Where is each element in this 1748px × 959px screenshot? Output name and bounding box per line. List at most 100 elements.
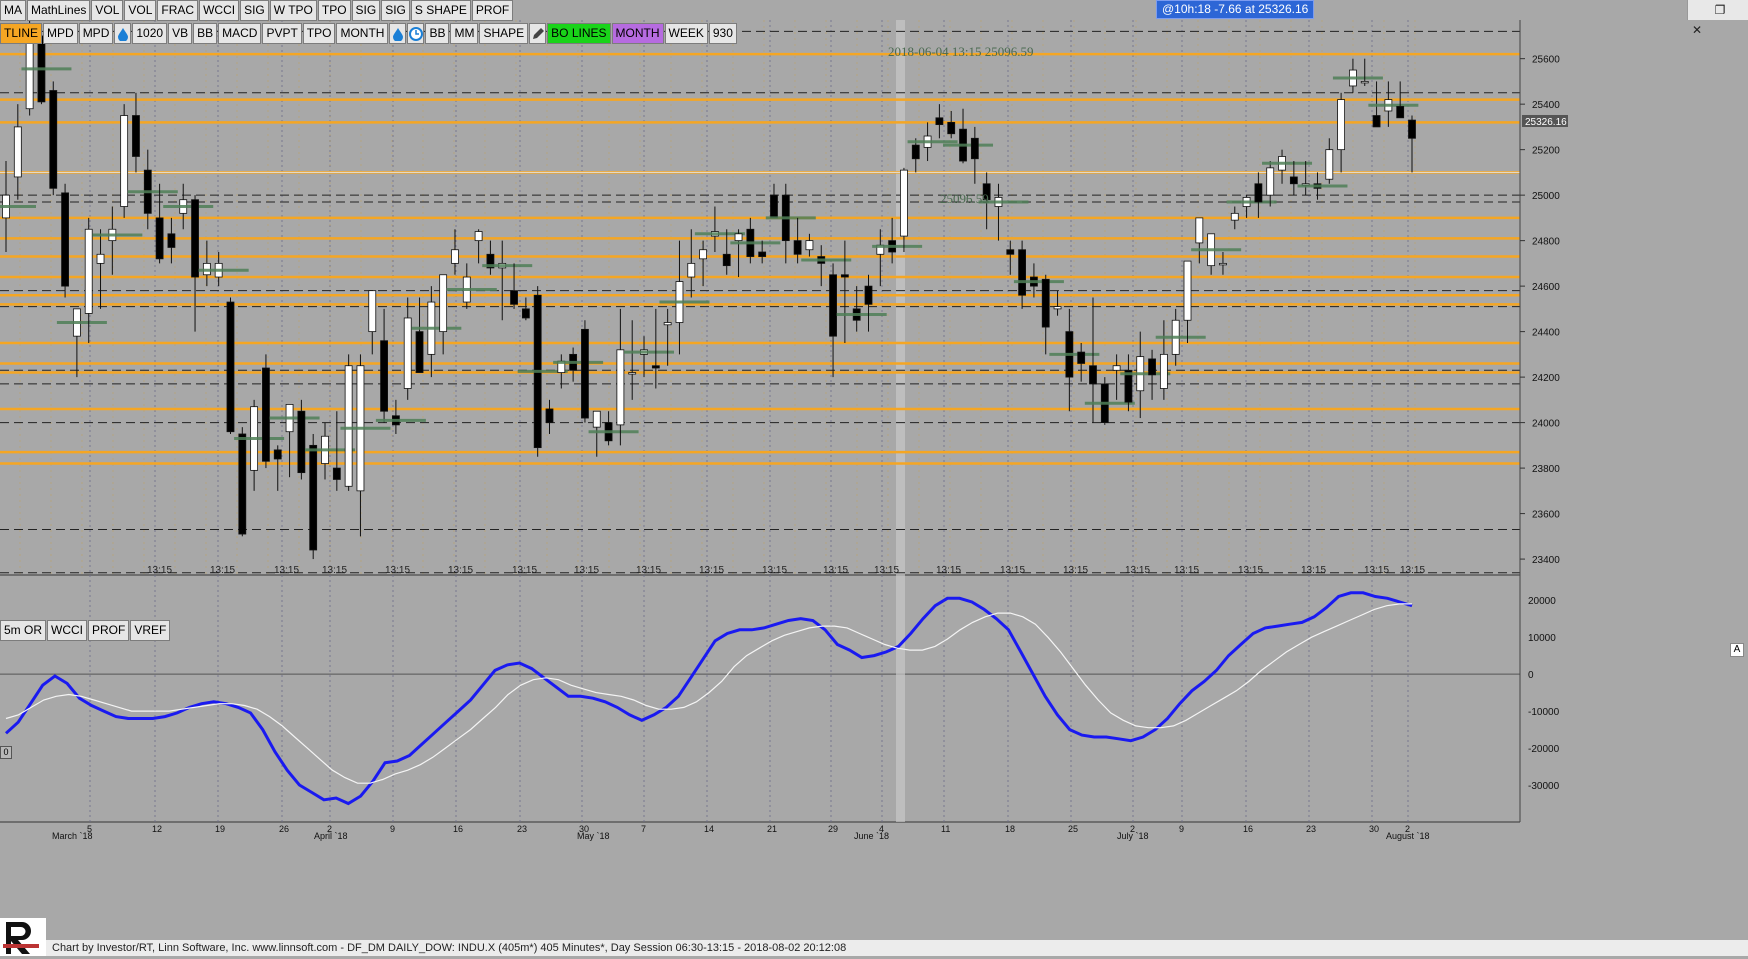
clock-icon[interactable] [407,23,425,44]
candle-down [132,115,140,157]
pane-5m-or-button[interactable]: 5m OR [0,620,47,641]
study-sig-button[interactable]: SIG [240,0,269,21]
pane-prof-button[interactable]: PROF [88,620,130,641]
session-time-label: 13:15 [699,565,724,576]
tool-1020-button[interactable]: 1020 [132,23,168,44]
pane-label[interactable]: A [1730,643,1744,657]
tool-week-button[interactable]: WEEK [664,23,708,44]
session-time-label: 13:15 [762,565,787,576]
study-prof-button[interactable]: PROF [471,0,514,21]
chart-canvas[interactable]: 25326.16 25600 25400 25200 25000 24800 24600 24… [0,0,1748,940]
candle-down [510,290,518,305]
date-tick-label: 25 [1068,824,1078,834]
macd-tick-label: -10000 [1528,707,1560,718]
candle-up [1337,99,1346,151]
candle-up [1112,365,1121,371]
tool-tline-button[interactable]: TLINE [0,23,43,44]
study-sig-button[interactable]: SIG [351,0,381,21]
candle-up [1360,81,1369,84]
candle-up [628,372,637,375]
candle-down [521,308,530,319]
tool-macd-button[interactable]: MACD [218,23,262,44]
candle-down [770,194,778,219]
candle-down [61,192,69,287]
tool-bo-lines-button[interactable]: BO LINES [547,23,611,44]
indicator-toolbar: MA MathLines VOL VOL FRAC WCCI SIG W TPO TPO SIG S… [0,0,514,21]
tool-mm-button[interactable]: MM [450,23,479,44]
date-tick-label: 14 [704,824,714,834]
tool-930-button[interactable]: 930 [708,23,737,44]
candle-down [840,274,849,278]
study-tpo-button[interactable]: TPO [317,0,351,21]
session-time-label: 13:15 [512,565,537,576]
candle-down [1077,351,1086,364]
macd-pane[interactable] [4,591,1413,806]
price-tick-label: 25600 [1532,55,1560,66]
tool-bb-button[interactable]: BB [425,23,450,44]
session-time-label: 13:15 [385,565,410,576]
price-annotation-mid: 25096.59 [940,191,989,206]
pane-wcci-button[interactable]: WCCI [47,620,88,641]
tool-vb-button[interactable]: VB [168,23,193,44]
last-price-tag: 25326.16 [1522,114,1568,128]
drop-icon[interactable] [114,23,132,44]
signal-line [5,603,1412,784]
price-tick-label: 24000 [1532,419,1560,430]
date-tick-label: 23 [517,824,527,834]
candle-down [581,328,589,419]
date-tick-label: 9 [390,824,395,834]
close-icon[interactable]: ✕ [1688,20,1706,40]
candle-up [25,35,34,110]
session-time-label: 13:15 [874,565,899,576]
candle-up [663,322,672,326]
macd-tick-label: 0 [1528,670,1534,681]
date-tick-label: 18 [1005,824,1015,834]
date-tick-label: 26 [279,824,289,834]
date-tick-label: 29 [828,824,838,834]
date-tick-label: 16 [1243,824,1253,834]
candle-down [722,253,731,267]
study-ma-button[interactable]: MA [0,0,26,21]
study-frac-button[interactable]: FRAC [157,0,199,21]
candle-down [651,365,660,369]
price-tick-label: 23600 [1532,510,1560,521]
study-sig-button[interactable]: SIG [381,0,410,21]
study-s-shape-button[interactable]: S SHAPE [410,0,471,21]
drop-icon[interactable] [389,23,407,44]
tool-mpd-button[interactable]: MPD [78,23,114,44]
candle-up [1325,149,1334,180]
tool-bb-button[interactable]: BB [193,23,218,44]
candle-up [805,240,814,251]
restore-icon[interactable]: ❐ [1711,0,1729,20]
candle-down [947,121,956,135]
study-w-tpo-button[interactable]: W TPO [269,0,317,21]
tool-month-button[interactable]: MONTH [611,23,664,44]
month-tick-label: April `18 [314,831,348,841]
tool-month-button[interactable]: MONTH [336,23,389,44]
study-toolbar: TLINE MPD MPD 1020 VB BB MACD PVPT TPO MONTH BB MM S… [0,23,738,44]
study-vol-button[interactable]: VOL [124,0,157,21]
macd-tick-label: -20000 [1528,744,1560,755]
pane-vref-button[interactable]: VREF [130,620,171,641]
session-time-label: 13:15 [1364,565,1389,576]
study-wcci-button[interactable]: WCCI [199,0,240,21]
date-tick-label: 19 [215,824,225,834]
pencil-icon[interactable] [529,23,547,44]
tool-pvpt-button[interactable]: PVPT [262,23,302,44]
candle-up [1195,217,1204,244]
tool-tpo-button[interactable]: TPO [302,23,336,44]
tool-mpd-button[interactable]: MPD [43,23,78,44]
candle-up [1230,212,1239,221]
candle-up [344,365,353,487]
candle-down [273,449,282,460]
tool-shape-button[interactable]: SHAPE [479,23,529,44]
candle-down [911,144,920,160]
study-vol-button[interactable]: VOL [91,0,124,21]
month-tick-label: August `18 [1386,831,1430,841]
candle-down [1148,358,1156,376]
candle-down [415,331,424,373]
price-pane[interactable] [0,13,1520,574]
price-tick-label: 24800 [1532,237,1560,248]
study-mathlines-button[interactable]: MathLines [27,0,91,21]
date-tick-label: 30 [1369,824,1379,834]
